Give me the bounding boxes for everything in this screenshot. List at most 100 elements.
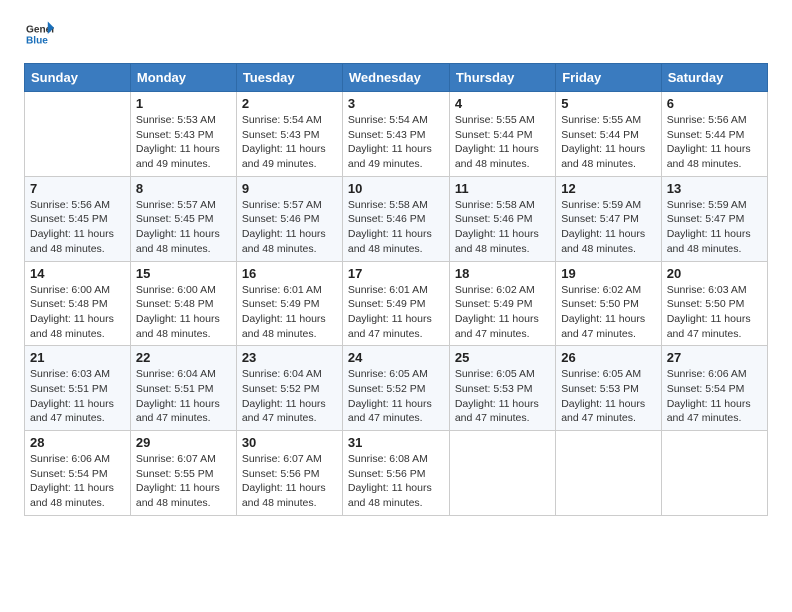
day-number: 16 xyxy=(242,266,337,281)
calendar-day-cell: 27 Sunrise: 6:06 AM Sunset: 5:54 PM Dayli… xyxy=(661,346,767,431)
calendar-week-row: 7 Sunrise: 5:56 AM Sunset: 5:45 PM Daylig… xyxy=(25,176,768,261)
day-number: 6 xyxy=(667,96,762,111)
weekday-header-cell: Thursday xyxy=(449,64,555,92)
calendar-day-cell: 15 Sunrise: 6:00 AM Sunset: 5:48 PM Dayli… xyxy=(130,261,236,346)
calendar-day-cell: 11Sunrise: 5:58 AM Sunset: 5:46 PM Dayli… xyxy=(449,176,555,261)
calendar-day-cell: 31 Sunrise: 6:08 AM Sunset: 5:56 PM Dayli… xyxy=(342,431,449,516)
day-info: Sunrise: 5:53 AM Sunset: 5:43 PM Dayligh… xyxy=(136,113,231,172)
day-info: Sunrise: 6:06 AM Sunset: 5:54 PM Dayligh… xyxy=(667,367,762,426)
calendar-day-cell: 21 Sunrise: 6:03 AM Sunset: 5:51 PM Dayli… xyxy=(25,346,131,431)
day-number: 5 xyxy=(561,96,656,111)
day-info: Sunrise: 5:54 AM Sunset: 5:43 PM Dayligh… xyxy=(242,113,337,172)
calendar-body: 1 Sunrise: 5:53 AM Sunset: 5:43 PM Daylig… xyxy=(25,92,768,516)
calendar-day-cell: 20Sunrise: 6:03 AM Sunset: 5:50 PM Dayli… xyxy=(661,261,767,346)
logo-icon: General Blue xyxy=(26,20,54,48)
day-info: Sunrise: 6:00 AM Sunset: 5:48 PM Dayligh… xyxy=(136,283,231,342)
calendar-day-cell: 9 Sunrise: 5:57 AM Sunset: 5:46 PM Daylig… xyxy=(236,176,342,261)
weekday-header-cell: Monday xyxy=(130,64,236,92)
day-number: 10 xyxy=(348,181,444,196)
calendar-day-cell: 28Sunrise: 6:06 AM Sunset: 5:54 PM Dayli… xyxy=(25,431,131,516)
calendar-day-cell: 26 Sunrise: 6:05 AM Sunset: 5:53 PM Dayli… xyxy=(556,346,662,431)
calendar-day-cell xyxy=(449,431,555,516)
day-info: Sunrise: 5:58 AM Sunset: 5:46 PM Dayligh… xyxy=(348,198,444,257)
calendar-day-cell: 13 Sunrise: 5:59 AM Sunset: 5:47 PM Dayli… xyxy=(661,176,767,261)
day-info: Sunrise: 6:07 AM Sunset: 5:55 PM Dayligh… xyxy=(136,452,231,511)
calendar-day-cell: 2 Sunrise: 5:54 AM Sunset: 5:43 PM Daylig… xyxy=(236,92,342,177)
calendar-day-cell: 7 Sunrise: 5:56 AM Sunset: 5:45 PM Daylig… xyxy=(25,176,131,261)
day-number: 26 xyxy=(561,350,656,365)
calendar-day-cell: 29 Sunrise: 6:07 AM Sunset: 5:55 PM Dayli… xyxy=(130,431,236,516)
calendar-day-cell: 30 Sunrise: 6:07 AM Sunset: 5:56 PM Dayli… xyxy=(236,431,342,516)
day-info: Sunrise: 5:59 AM Sunset: 5:47 PM Dayligh… xyxy=(561,198,656,257)
calendar-day-cell: 24Sunrise: 6:05 AM Sunset: 5:52 PM Dayli… xyxy=(342,346,449,431)
calendar-day-cell: 8 Sunrise: 5:57 AM Sunset: 5:45 PM Daylig… xyxy=(130,176,236,261)
day-number: 2 xyxy=(242,96,337,111)
calendar-day-cell: 16 Sunrise: 6:01 AM Sunset: 5:49 PM Dayli… xyxy=(236,261,342,346)
day-number: 18 xyxy=(455,266,550,281)
weekday-header-cell: Wednesday xyxy=(342,64,449,92)
day-number: 9 xyxy=(242,181,337,196)
calendar-day-cell: 12 Sunrise: 5:59 AM Sunset: 5:47 PM Dayli… xyxy=(556,176,662,261)
day-info: Sunrise: 6:04 AM Sunset: 5:52 PM Dayligh… xyxy=(242,367,337,426)
day-info: Sunrise: 6:05 AM Sunset: 5:53 PM Dayligh… xyxy=(561,367,656,426)
day-info: Sunrise: 6:05 AM Sunset: 5:52 PM Dayligh… xyxy=(348,367,444,426)
day-info: Sunrise: 6:05 AM Sunset: 5:53 PM Dayligh… xyxy=(455,367,550,426)
day-info: Sunrise: 6:03 AM Sunset: 5:50 PM Dayligh… xyxy=(667,283,762,342)
calendar-day-cell xyxy=(661,431,767,516)
calendar-day-cell: 4 Sunrise: 5:55 AM Sunset: 5:44 PM Daylig… xyxy=(449,92,555,177)
logo: General Blue xyxy=(24,20,54,53)
day-number: 30 xyxy=(242,435,337,450)
day-info: Sunrise: 5:57 AM Sunset: 5:46 PM Dayligh… xyxy=(242,198,337,257)
day-number: 12 xyxy=(561,181,656,196)
day-number: 25 xyxy=(455,350,550,365)
day-info: Sunrise: 5:56 AM Sunset: 5:45 PM Dayligh… xyxy=(30,198,125,257)
calendar-day-cell: 17 Sunrise: 6:01 AM Sunset: 5:49 PM Dayli… xyxy=(342,261,449,346)
day-number: 1 xyxy=(136,96,231,111)
calendar-day-cell: 10 Sunrise: 5:58 AM Sunset: 5:46 PM Dayli… xyxy=(342,176,449,261)
day-number: 17 xyxy=(348,266,444,281)
day-number: 31 xyxy=(348,435,444,450)
weekday-header-cell: Sunday xyxy=(25,64,131,92)
day-number: 7 xyxy=(30,181,125,196)
calendar-day-cell xyxy=(25,92,131,177)
calendar-day-cell: 5 Sunrise: 5:55 AM Sunset: 5:44 PM Daylig… xyxy=(556,92,662,177)
day-number: 13 xyxy=(667,181,762,196)
day-number: 14 xyxy=(30,266,125,281)
svg-text:Blue: Blue xyxy=(26,35,48,46)
day-info: Sunrise: 5:59 AM Sunset: 5:47 PM Dayligh… xyxy=(667,198,762,257)
day-info: Sunrise: 5:55 AM Sunset: 5:44 PM Dayligh… xyxy=(455,113,550,172)
day-number: 29 xyxy=(136,435,231,450)
day-info: Sunrise: 6:02 AM Sunset: 5:49 PM Dayligh… xyxy=(455,283,550,342)
day-number: 19 xyxy=(561,266,656,281)
day-info: Sunrise: 6:01 AM Sunset: 5:49 PM Dayligh… xyxy=(348,283,444,342)
day-number: 23 xyxy=(242,350,337,365)
weekday-header-cell: Tuesday xyxy=(236,64,342,92)
day-info: Sunrise: 6:07 AM Sunset: 5:56 PM Dayligh… xyxy=(242,452,337,511)
calendar-week-row: 14 Sunrise: 6:00 AM Sunset: 5:48 PM Dayli… xyxy=(25,261,768,346)
calendar-day-cell: 14Sunrise: 6:00 AM Sunset: 5:48 PM Dayli… xyxy=(25,261,131,346)
day-number: 3 xyxy=(348,96,444,111)
day-number: 8 xyxy=(136,181,231,196)
day-info: Sunrise: 6:06 AM Sunset: 5:54 PM Dayligh… xyxy=(30,452,125,511)
weekday-header-row: SundayMondayTuesdayWednesdayThursdayFrid… xyxy=(25,64,768,92)
day-number: 11 xyxy=(455,181,550,196)
day-number: 4 xyxy=(455,96,550,111)
day-number: 27 xyxy=(667,350,762,365)
day-info: Sunrise: 5:55 AM Sunset: 5:44 PM Dayligh… xyxy=(561,113,656,172)
day-info: Sunrise: 6:03 AM Sunset: 5:51 PM Dayligh… xyxy=(30,367,125,426)
day-info: Sunrise: 6:08 AM Sunset: 5:56 PM Dayligh… xyxy=(348,452,444,511)
weekday-header-cell: Friday xyxy=(556,64,662,92)
weekday-header-cell: Saturday xyxy=(661,64,767,92)
day-info: Sunrise: 6:04 AM Sunset: 5:51 PM Dayligh… xyxy=(136,367,231,426)
calendar-day-cell: 18 Sunrise: 6:02 AM Sunset: 5:49 PM Dayli… xyxy=(449,261,555,346)
day-number: 21 xyxy=(30,350,125,365)
day-info: Sunrise: 6:01 AM Sunset: 5:49 PM Dayligh… xyxy=(242,283,337,342)
calendar-day-cell: 3Sunrise: 5:54 AM Sunset: 5:43 PM Daylig… xyxy=(342,92,449,177)
calendar-week-row: 1 Sunrise: 5:53 AM Sunset: 5:43 PM Daylig… xyxy=(25,92,768,177)
day-info: Sunrise: 5:56 AM Sunset: 5:44 PM Dayligh… xyxy=(667,113,762,172)
calendar-week-row: 28Sunrise: 6:06 AM Sunset: 5:54 PM Dayli… xyxy=(25,431,768,516)
day-info: Sunrise: 5:57 AM Sunset: 5:45 PM Dayligh… xyxy=(136,198,231,257)
day-number: 15 xyxy=(136,266,231,281)
page-header: General Blue xyxy=(24,20,768,53)
calendar-week-row: 21 Sunrise: 6:03 AM Sunset: 5:51 PM Dayli… xyxy=(25,346,768,431)
